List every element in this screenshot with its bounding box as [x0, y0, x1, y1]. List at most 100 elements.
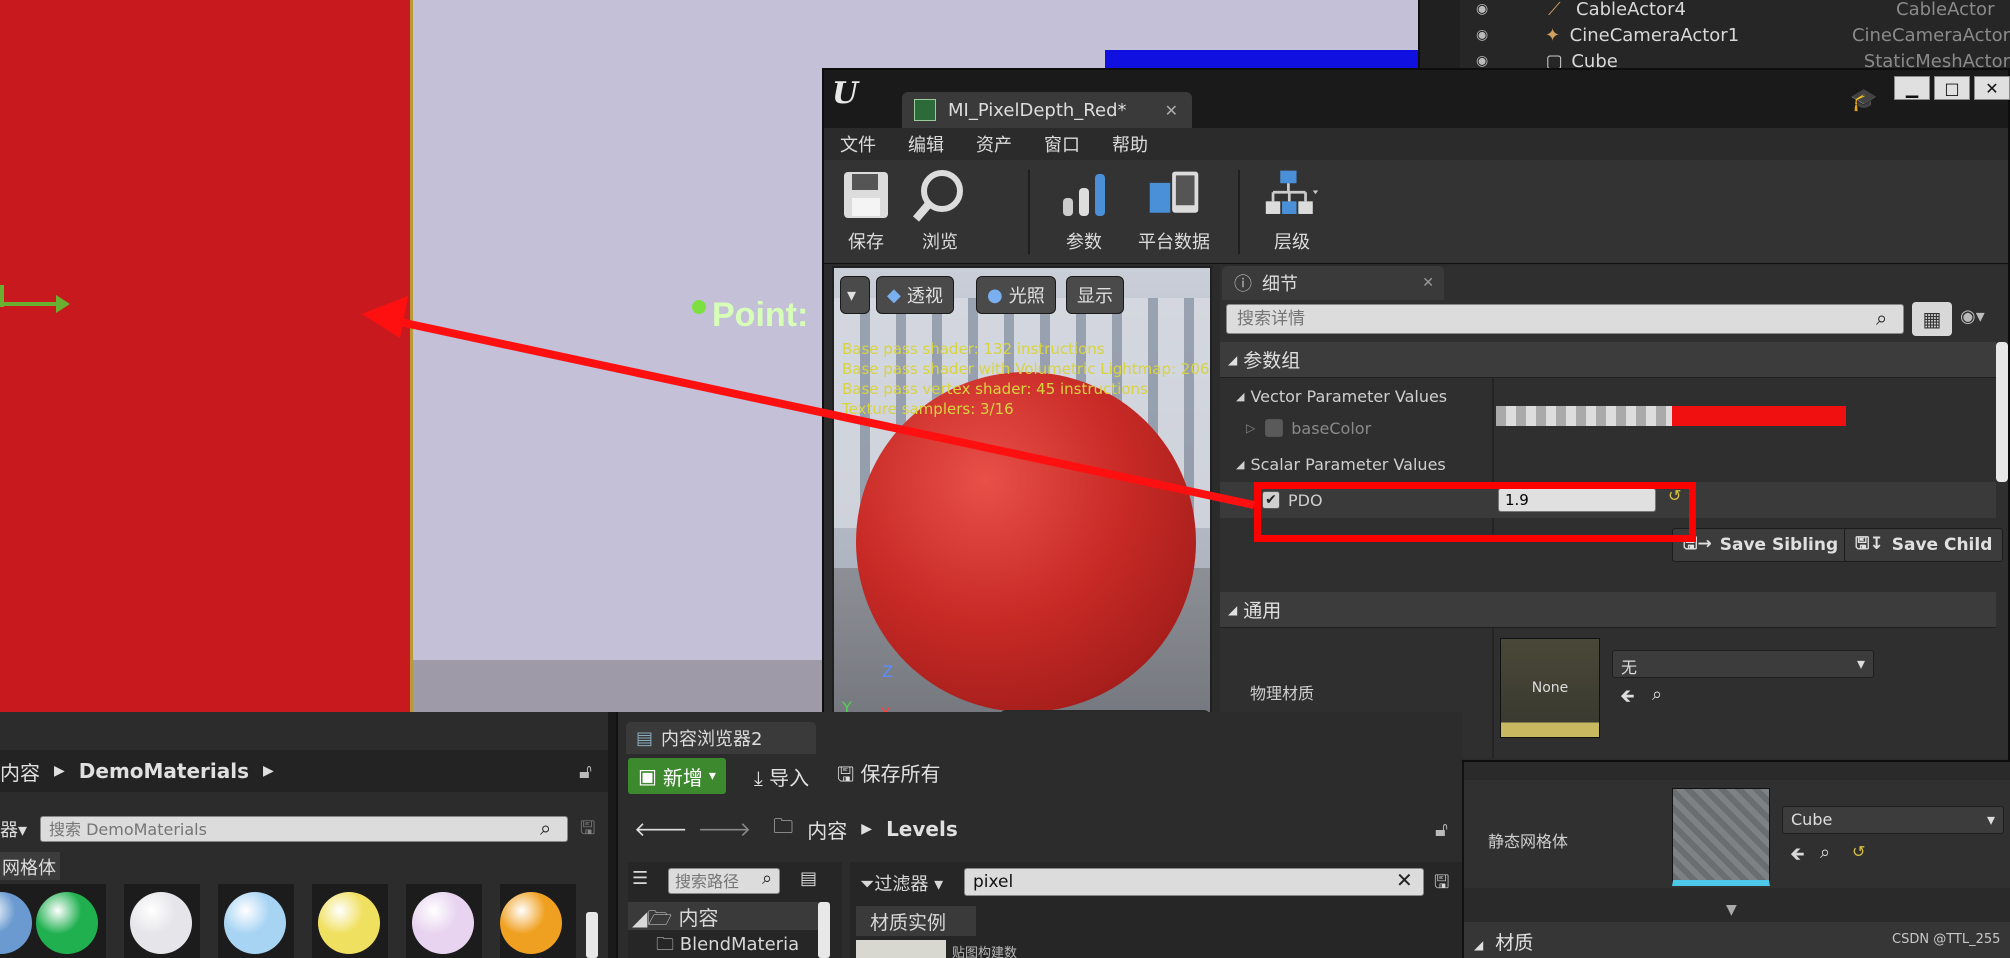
grid-view-icon[interactable]: ▦	[1912, 302, 1952, 336]
save-all-button[interactable]: 🖫 保存所有	[837, 758, 940, 794]
category-parameter-group[interactable]: ◢ 参数组	[1220, 342, 1996, 378]
lock-icon[interactable]: 🔓︎	[579, 759, 592, 783]
menu-file[interactable]: 文件	[824, 131, 892, 157]
breadcrumb-folder[interactable]: Levels	[886, 817, 958, 841]
save-sibling-button[interactable]: 🖫→ Save Sibling	[1672, 528, 1850, 562]
forward-arrow-icon[interactable]: 🡒	[698, 817, 752, 841]
shader-stat: Base pass shader: 132 instructions	[842, 340, 1105, 358]
asset-thumbnail[interactable]	[856, 940, 946, 958]
list-icon[interactable]: ▤	[800, 868, 817, 889]
folder-tree: ☰ ⌕ ▤ ◢🗁 内容 🗀 BlendMateria	[628, 862, 842, 958]
transform-gizmo-y[interactable]	[0, 285, 4, 307]
outliner-row[interactable]: ◉ ⟋ CableActor4 CableActor	[1460, 0, 2010, 22]
add-new-button[interactable]: ▣ 新增 ▾	[628, 758, 726, 794]
filters-dropdown[interactable]: 器▾	[0, 816, 27, 842]
basecolor-checkbox[interactable]	[1265, 419, 1284, 437]
import-button[interactable]: ⤓ 导入	[754, 762, 809, 791]
menu-window[interactable]: 窗口	[1028, 131, 1096, 157]
clear-search-icon[interactable]: ✕	[1396, 868, 1413, 892]
point-label: Point:	[712, 296, 809, 334]
close-icon[interactable]: ✕	[1165, 101, 1178, 120]
filter-tag[interactable]: 网格体	[0, 852, 60, 880]
collapse-triangle-icon: ◢	[1474, 938, 1484, 952]
details-tab[interactable]: ⓘ 细节 ✕	[1222, 266, 1444, 300]
search-icon[interactable]: ⌕	[762, 868, 772, 889]
tree-item-blendmaterials[interactable]: 🗀 BlendMateria	[656, 932, 842, 958]
reset-to-default-icon[interactable]: ↺	[1852, 842, 1865, 861]
platform-stats-button[interactable]: 平台数据	[1138, 166, 1210, 262]
alpha-checker	[1496, 406, 1672, 426]
asset-view: ⏷过滤器 ▾ ✕ 🖫 材质实例 贴图构建数	[850, 862, 1464, 958]
use-selected-arrow-icon[interactable]: 🡸	[1620, 684, 1635, 714]
expand-triangle-icon[interactable]: ▷	[1246, 421, 1255, 435]
category-label: 材质	[1495, 932, 1534, 954]
perspective-label: 透视	[906, 286, 943, 307]
transform-gizmo-x[interactable]	[0, 302, 62, 306]
tree-scrollbar[interactable]	[818, 902, 830, 958]
point-light-icon[interactable]	[692, 300, 706, 314]
basecolor-swatch[interactable]	[1496, 406, 1846, 426]
details-scrollbar[interactable]	[1996, 342, 2008, 482]
back-arrow-icon[interactable]: 🡐	[634, 817, 688, 841]
lit-button[interactable]: ● 光照	[976, 276, 1056, 314]
show-button[interactable]: 显示	[1066, 276, 1124, 314]
breadcrumb-folder[interactable]: DemoMaterials	[79, 759, 249, 783]
browse-label: 浏览	[922, 232, 958, 253]
category-header[interactable]: 材质实例	[856, 906, 976, 936]
save-button[interactable]: 保存	[838, 166, 894, 262]
minimize-button[interactable]: ▁	[1894, 76, 1930, 100]
static-mesh-combo[interactable]: Cube ▾	[1782, 806, 2004, 834]
content-scrollbar[interactable]	[586, 912, 598, 958]
category-general[interactable]: ◢ 通用	[1220, 592, 1996, 628]
asset-search-input[interactable]	[40, 816, 568, 842]
scalar-parameter-values-row[interactable]: ◢ Scalar Parameter Values	[1220, 448, 1996, 480]
close-window-button[interactable]: ✕	[1974, 76, 2010, 100]
transform-gizmo-arrow-icon[interactable]	[56, 295, 70, 313]
menu-edit[interactable]: 编辑	[892, 131, 960, 157]
phys-material-thumbnail[interactable]: None	[1500, 638, 1600, 738]
phys-material-combo[interactable]: 无 ▾	[1612, 650, 1874, 678]
save-search-icon[interactable]: 🖫	[1434, 870, 1449, 900]
filters-dropdown[interactable]: ⏷过滤器 ▾	[860, 870, 943, 896]
chevron-right-icon[interactable]: ▶	[263, 763, 274, 779]
eye-icon[interactable]: ◉	[1476, 1, 1502, 17]
hierarchy-button[interactable]: 层级	[1264, 166, 1320, 262]
title-bar[interactable]: U MI_PixelDepth_Red* ✕ 🎓 ▁ □ ✕	[824, 70, 2010, 128]
lock-icon[interactable]: 🔓︎	[1435, 817, 1448, 841]
breadcrumb-root[interactable]: 内容	[807, 815, 847, 844]
collapse-sources-icon[interactable]: ☰	[632, 868, 648, 889]
category-label: 参数组	[1243, 350, 1301, 372]
viewport-options-dropdown[interactable]: ▾	[840, 276, 870, 314]
parameters-button[interactable]: 参数	[1056, 166, 1112, 262]
eye-icon[interactable]: ◉	[1476, 53, 1500, 69]
maximize-button[interactable]: □	[1934, 76, 1970, 100]
graduation-cap-icon[interactable]: 🎓	[1850, 88, 1877, 113]
tree-item-content[interactable]: ◢🗁 内容	[628, 902, 818, 930]
use-selected-arrow-icon[interactable]: 🡸	[1790, 842, 1805, 872]
search-icon[interactable]: ⌕	[1876, 306, 1887, 330]
content-browser-2-tab[interactable]: ▤ 内容浏览器2	[626, 722, 816, 754]
combo-value: Cube	[1791, 810, 1833, 829]
document-tab[interactable]: MI_PixelDepth_Red* ✕	[902, 92, 1192, 128]
menu-help[interactable]: 帮助	[1096, 131, 1164, 157]
save-child-button[interactable]: 🖫↧ Save Child	[1844, 528, 2004, 562]
perspective-button[interactable]: ◆ 透视	[876, 276, 954, 314]
browse-search-icon[interactable]: ⌕	[1652, 684, 1662, 705]
close-icon[interactable]: ✕	[1422, 275, 1434, 291]
details-search-input[interactable]	[1226, 304, 1904, 334]
material-preview-viewport[interactable]: ▾ ◆ 透视 ● 光照 显示 Base pass shader: 132 instr…	[832, 266, 1212, 758]
new-icon: ▣	[638, 764, 657, 788]
breadcrumb-root[interactable]: 内容	[0, 757, 40, 786]
eye-icon[interactable]: ◉	[1476, 27, 1499, 43]
static-mesh-thumbnail[interactable]	[1672, 788, 1770, 886]
save-search-icon[interactable]: 🖫	[580, 816, 595, 846]
asset-filter-input[interactable]	[964, 868, 1424, 896]
browse-search-icon[interactable]: ⌕	[1820, 842, 1830, 863]
lit-sphere-icon: ●	[987, 284, 1003, 306]
outliner-row[interactable]: ◉ ✦ CineCameraActor1 CineCameraActor	[1460, 22, 2010, 48]
menu-asset[interactable]: 资产	[960, 131, 1028, 157]
eye-icon[interactable]: ◉▾	[1960, 306, 1985, 327]
expand-advanced-icon[interactable]: ▼	[1726, 902, 1737, 918]
browse-button[interactable]: 浏览	[912, 166, 968, 262]
search-icon[interactable]: ⌕	[540, 816, 551, 840]
